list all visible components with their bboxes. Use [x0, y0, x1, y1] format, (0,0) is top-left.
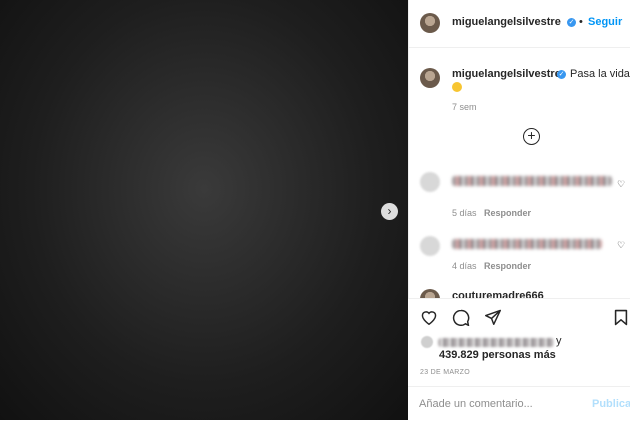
image-placeholder: [0, 0, 408, 420]
verified-badge-icon: ✓: [567, 18, 576, 27]
caption-time[interactable]: 7 sem: [452, 102, 477, 112]
comment-time[interactable]: 5 días: [452, 208, 477, 218]
blurred-liker-name: [438, 338, 554, 347]
separator-dot: •: [579, 16, 583, 28]
like-comment-heart-icon[interactable]: ♡: [617, 179, 625, 190]
verified-badge-icon: ✓: [557, 70, 566, 79]
likes-connector: y: [556, 335, 562, 347]
caption-avatar[interactable]: [420, 68, 440, 88]
caption-text: Pasa la vida...: [570, 68, 630, 80]
comment-avatar[interactable]: [420, 236, 440, 256]
blurred-comment-text: [452, 176, 612, 186]
share-icon[interactable]: [484, 309, 502, 330]
next-image-arrow-icon[interactable]: ›: [381, 203, 398, 220]
comment-icon[interactable]: [452, 309, 470, 331]
caption-username[interactable]: miguelangelsilvestre: [452, 68, 561, 80]
follow-button[interactable]: Seguir: [588, 16, 622, 28]
reply-button[interactable]: Responder: [484, 261, 531, 271]
likes-count[interactable]: 439.829 personas más: [439, 349, 556, 361]
post-date[interactable]: 23 DE MARZO: [420, 369, 470, 376]
avatar[interactable]: [420, 13, 440, 33]
comment-time[interactable]: 4 días: [452, 261, 477, 271]
header-username[interactable]: miguelangelsilvestre: [452, 16, 561, 28]
post-header: miguelangelsilvestre ✓ • Seguir: [409, 0, 630, 48]
comment-input[interactable]: [419, 395, 579, 413]
reply-button[interactable]: Responder: [484, 208, 531, 218]
publish-button[interactable]: Publicar: [592, 398, 630, 410]
load-more-comments-icon[interactable]: +: [523, 128, 540, 145]
heart-icon[interactable]: [420, 309, 438, 330]
blurred-comment-text: [452, 239, 602, 249]
like-comment-heart-icon[interactable]: ♡: [617, 240, 625, 251]
comment-avatar[interactable]: [420, 172, 440, 192]
comment-box: Publicar: [408, 386, 630, 420]
post-image[interactable]: ›: [0, 0, 408, 420]
instagram-post: › miguelangelsilvestre ✓ • Seguir miguel…: [0, 0, 630, 421]
liker-avatar[interactable]: [421, 336, 433, 348]
save-icon[interactable]: [614, 309, 628, 331]
smiling-face-emoji-icon: [452, 82, 462, 92]
